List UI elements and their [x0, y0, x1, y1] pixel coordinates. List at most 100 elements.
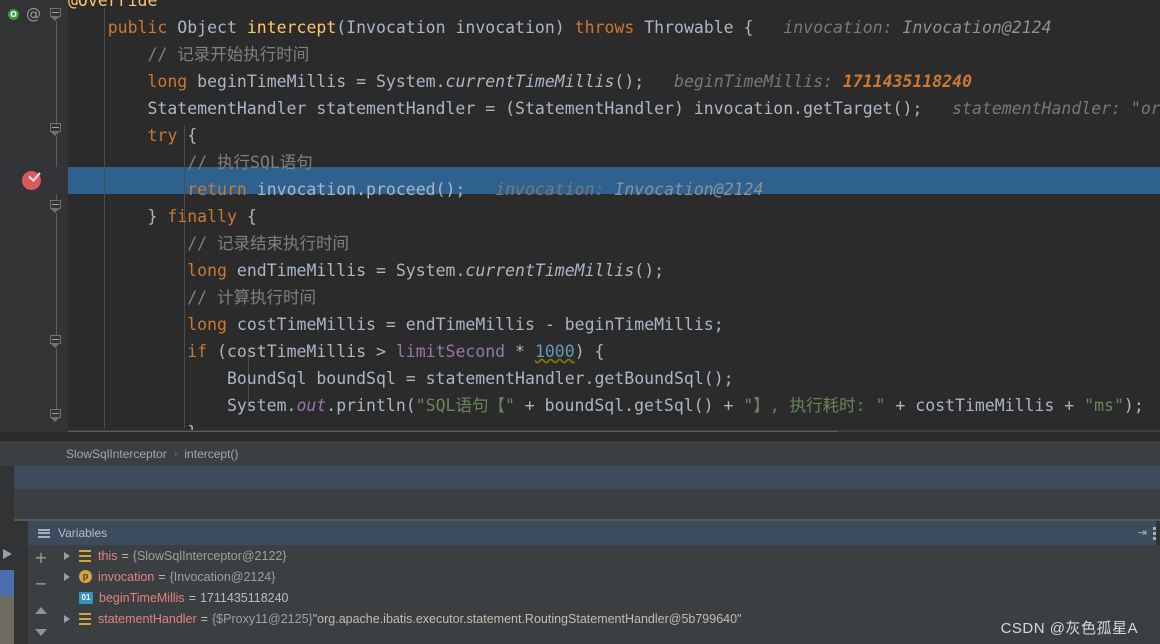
remove-watch-button[interactable]: −: [34, 576, 48, 592]
code-token: ();: [435, 180, 466, 199]
code-line[interactable]: @Override: [68, 0, 157, 14]
parameter-icon: p: [79, 570, 92, 583]
fold-region-line-method: [55, 21, 57, 125]
code-token: ();: [614, 72, 645, 91]
code-token: long: [187, 261, 227, 280]
fold-marker-finally[interactable]: [50, 200, 63, 213]
code-line[interactable]: } finally {: [68, 203, 257, 230]
code-token: Invocation@2124: [902, 18, 1052, 37]
variable-name: statementHandler: [98, 611, 197, 626]
code-editor[interactable]: O @ @Override public Object intercept(In…: [0, 0, 1160, 432]
code-line[interactable]: long costTimeMillis = endTimeMillis - be…: [68, 311, 723, 338]
fold-marker-try[interactable]: [50, 123, 63, 136]
fold-tip: [50, 417, 60, 422]
code-token: return: [187, 180, 247, 199]
code-line[interactable]: long beginTimeMillis = System.currentTim…: [68, 68, 972, 95]
primitive-icon: 01: [79, 591, 93, 604]
variable-equals-sign: =: [188, 590, 196, 605]
expand-arrow-icon[interactable]: [64, 572, 70, 581]
code-line[interactable]: BoundSql boundSql = statementHandler.get…: [68, 365, 734, 392]
gutter-marker-group[interactable]: O @: [8, 5, 41, 23]
collapse-panel-icon[interactable]: ⇥: [1138, 527, 1147, 539]
code-line[interactable]: return invocation.proceed(); invocation:…: [68, 176, 763, 203]
code-line[interactable]: // 计算执行时间: [68, 284, 316, 311]
code-token: currentTimeMillis: [445, 72, 615, 91]
filter-icon[interactable]: [3, 549, 12, 559]
code-line[interactable]: public Object intercept(Invocation invoc…: [68, 14, 1052, 41]
move-down-button[interactable]: [35, 629, 47, 636]
fold-marker-method[interactable]: [50, 8, 63, 21]
code-token: limitSecond: [395, 342, 506, 361]
code-token: ) {: [574, 342, 605, 361]
code-line[interactable]: System.out.println("SQL语句【" + boundSql.g…: [68, 392, 1144, 419]
variables-tree[interactable]: this = {SlowSqlInterceptor@2122} p invocatio…: [54, 545, 1160, 644]
variable-name: this: [98, 548, 118, 563]
implements-method-icon[interactable]: O: [8, 5, 22, 23]
code-token: {: [236, 207, 257, 226]
implements-method-circle: O: [8, 9, 19, 20]
editor-gutter[interactable]: O @: [0, 0, 68, 432]
code-line[interactable]: // 记录开始执行时间: [68, 41, 309, 68]
breadcrumb[interactable]: SlowSqlInterceptor › intercept(): [0, 441, 1160, 466]
editor-horizontal-scrollbar[interactable]: [68, 430, 1160, 432]
code-token: 1711435118240: [842, 72, 973, 91]
code-line[interactable]: long endTimeMillis = System.currentTimeM…: [68, 257, 664, 284]
expand-arrow-icon[interactable]: [64, 551, 70, 560]
watermark: CSDN @灰色孤星A: [1000, 620, 1138, 637]
variable-row[interactable]: 01 beginTimeMillis = 1711435118240: [54, 587, 289, 608]
code-token: long: [147, 72, 188, 91]
tool-window-tab-active[interactable]: [0, 570, 14, 596]
variable-row[interactable]: statementHandler = {$Proxy11@2125} "org.ap…: [54, 608, 742, 629]
debug-toolwindow-strip-left: [0, 466, 14, 489]
object-icon: [79, 549, 91, 562]
tool-window-tab-inactive[interactable]: [0, 596, 14, 644]
variables-tab-header[interactable]: Variables ⇥: [28, 521, 1160, 545]
code-line[interactable]: if (costTimeMillis > limitSecond * 1000)…: [68, 338, 605, 365]
fold-marker-if[interactable]: [50, 335, 63, 348]
variable-equals-sign: =: [200, 611, 208, 626]
editor-horizontal-scrollbar-thumb[interactable]: [68, 431, 838, 432]
code-token: {: [177, 126, 198, 145]
code-token: ();: [634, 261, 665, 280]
code-line[interactable]: // 执行SQL语句: [68, 149, 313, 176]
code-token: }: [68, 207, 168, 226]
debug-toolwindow-strip: [0, 466, 1160, 489]
code-token: BoundSql boundSql = statementHandler.get…: [68, 369, 734, 388]
variables-toolbar[interactable]: + −: [28, 545, 54, 644]
variables-menu-icon[interactable]: [38, 528, 50, 538]
move-up-button[interactable]: [35, 607, 47, 614]
code-token: "】, 执行耗时: ": [743, 396, 886, 415]
variable-equals-sign: =: [121, 548, 129, 563]
variable-reference: {Invocation@2124}: [169, 569, 276, 584]
code-token: invocation:: [465, 180, 615, 199]
variable-row[interactable]: this = {SlowSqlInterceptor@2122}: [54, 545, 287, 566]
breadcrumb-item-class[interactable]: SlowSqlInterceptor: [66, 447, 167, 461]
code-line[interactable]: StatementHandler statementHandler = (Sta…: [68, 95, 1160, 122]
fold-minus: [52, 204, 59, 205]
fold-region-line-if: [55, 348, 57, 410]
code-token: );: [1123, 396, 1144, 415]
variable-reference: {SlowSqlInterceptor@2122}: [132, 548, 287, 563]
code-token: // 记录开始执行时间: [68, 45, 310, 64]
fold-marker-close[interactable]: [50, 409, 63, 422]
code-token: finally: [167, 207, 237, 226]
expand-arrow-icon[interactable]: [64, 614, 70, 623]
code-token: beginTimeMillis = System.: [187, 72, 446, 91]
code-token: long: [187, 315, 227, 334]
code-token: endTimeMillis = System.: [226, 261, 466, 280]
code-token: out: [296, 396, 327, 415]
breakpoint-icon[interactable]: [22, 169, 41, 190]
add-watch-button[interactable]: +: [34, 550, 48, 566]
code-line[interactable]: try {: [68, 122, 197, 149]
code-line[interactable]: // 记录结束执行时间: [68, 230, 349, 257]
annotation-at-icon[interactable]: @: [26, 5, 41, 23]
breadcrumb-item-method[interactable]: intercept(): [184, 447, 238, 461]
variable-row[interactable]: p invocation = {Invocation@2124}: [54, 566, 275, 587]
code-text-area[interactable]: @Override public Object intercept(Invoca…: [68, 0, 1160, 432]
fold-minus: [52, 413, 59, 414]
